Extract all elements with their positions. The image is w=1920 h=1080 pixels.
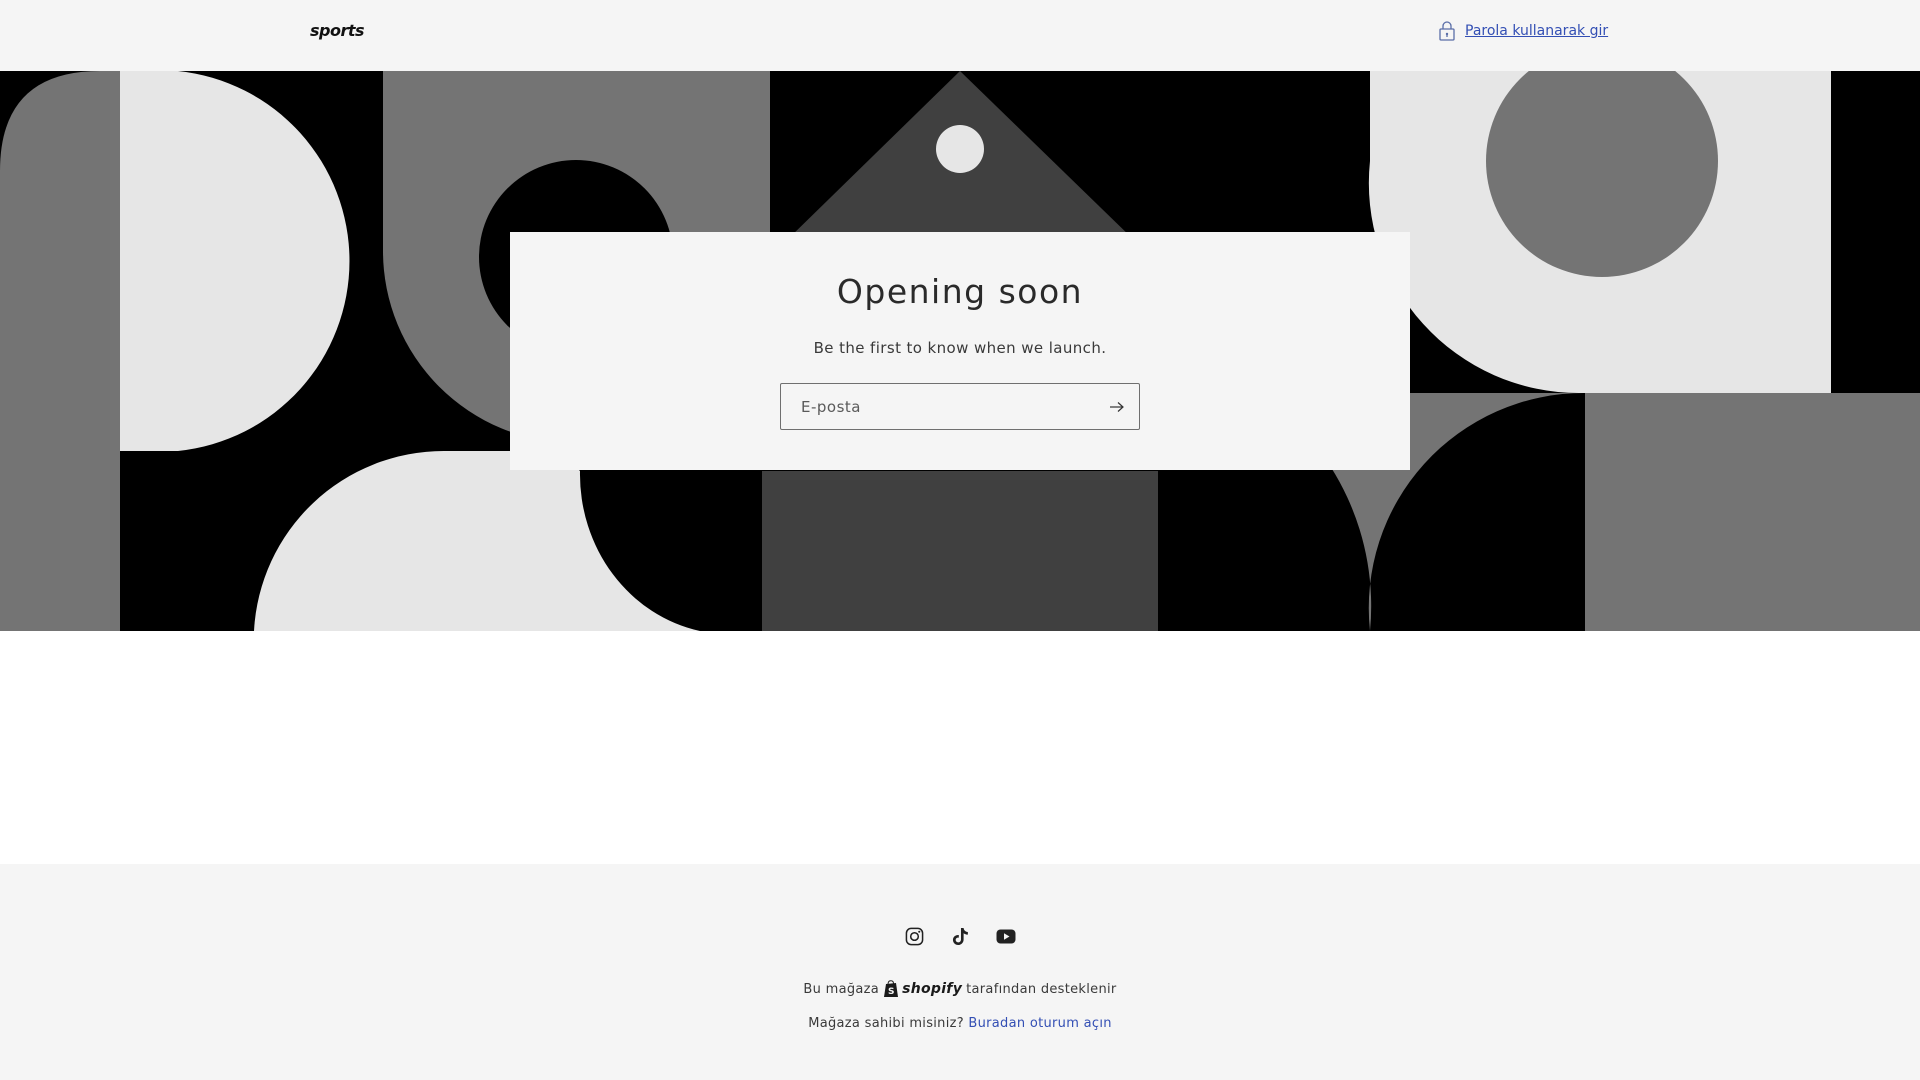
password-link-label: Parola kullanarak gir: [1465, 23, 1609, 39]
page-subtitle: Be the first to know when we launch.: [813, 339, 1107, 357]
password-login-link[interactable]: Parola kullanarak gir: [1438, 21, 1608, 41]
instagram-link[interactable]: [891, 916, 937, 956]
shopify-wordmark: shopify: [902, 981, 963, 997]
social-links: [0, 916, 1920, 956]
owner-question: Mağaza sahibi misiniz?: [808, 1016, 964, 1031]
store-logo[interactable]: sports: [310, 21, 365, 40]
owner-login: Mağaza sahibi misiniz? Buradan oturum aç…: [0, 1016, 1920, 1031]
lock-icon: [1439, 21, 1455, 41]
page-footer: Bu mağaza S shopify tarafından desteklen…: [0, 864, 1920, 1080]
page-title: Opening soon: [836, 272, 1084, 311]
youtube-link[interactable]: [983, 916, 1029, 956]
powered-prefix: Bu mağaza: [803, 981, 880, 997]
submit-button[interactable]: [1095, 384, 1139, 429]
shopify-link[interactable]: S shopify: [883, 980, 962, 998]
tiktok-link[interactable]: [937, 916, 983, 956]
powered-by: Bu mağaza S shopify tarafından desteklen…: [0, 980, 1920, 998]
arrow-right-icon: [1110, 401, 1124, 412]
instagram-icon: [905, 927, 923, 945]
page-header: sports Parola kullanarak gir: [0, 0, 1920, 71]
tiktok-icon: [952, 927, 968, 945]
svg-text:S: S: [888, 987, 895, 997]
youtube-icon: [996, 929, 1016, 943]
signup-card: Opening soon Be the first to know when w…: [510, 232, 1410, 470]
owner-login-link[interactable]: Buradan oturum açın: [968, 1016, 1111, 1031]
powered-suffix: tarafından desteklenir: [966, 981, 1117, 997]
email-form: [780, 383, 1140, 430]
email-input[interactable]: [781, 384, 1091, 429]
shopify-bag-icon: S: [884, 980, 899, 997]
